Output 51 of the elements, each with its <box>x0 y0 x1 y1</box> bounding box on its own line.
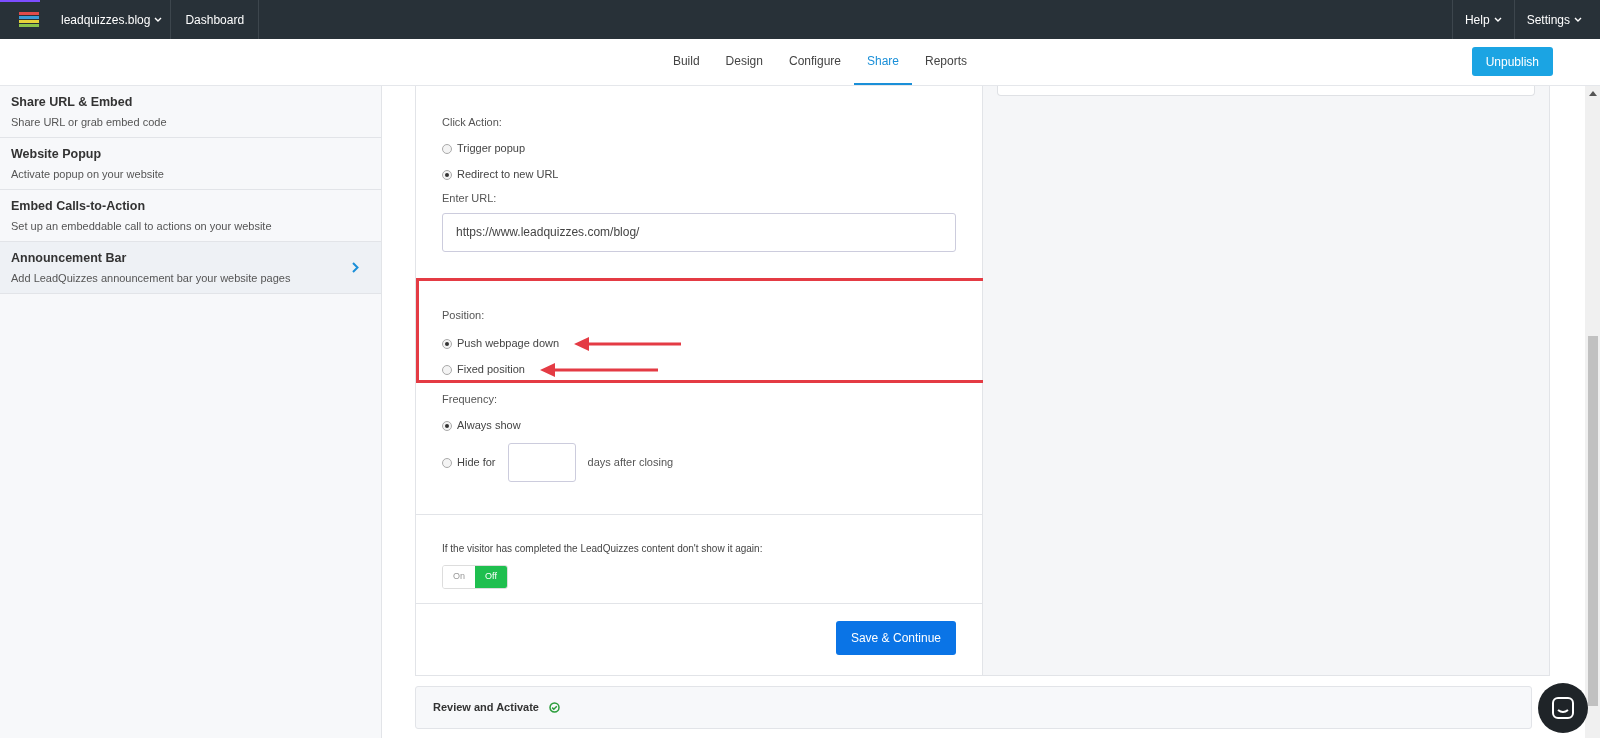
radio-label: Redirect to new URL <box>457 167 559 183</box>
sidebar-item[interactable]: Announcement Bar Add LeadQuizzes announcement bar your website pages <box>0 242 381 294</box>
radio-button[interactable] <box>442 364 452 375</box>
dashboard-link[interactable]: Dashboard <box>171 0 260 39</box>
help-dropdown[interactable]: Help <box>1451 0 1514 39</box>
radio-button[interactable] <box>442 143 452 154</box>
radio-label: Push webpage down <box>457 336 560 352</box>
field-label: Position: <box>442 307 486 323</box>
radio-label: Hide for <box>457 455 496 471</box>
setting-description: If the visitor has completed the LeadQuizzes content don't show it again: <box>442 542 764 556</box>
save-continue-button[interactable]: Save & Continue <box>835 621 956 655</box>
radio-label: Fixed position <box>457 362 525 378</box>
caret-icon <box>1574 17 1582 22</box>
sidebar-item[interactable]: Website Popup Activate popup on your website <box>0 138 381 190</box>
item-title: Share URL & Embed <box>11 93 134 111</box>
logo-icon <box>19 12 39 27</box>
review-section[interactable]: Review and Activate <box>415 686 1532 729</box>
site-dropdown[interactable]: leadquizzes.blog <box>59 0 172 39</box>
url-input-field[interactable]: https://www.leadquizzes.com/blog/ <box>442 212 956 252</box>
chat-button[interactable] <box>1538 683 1588 733</box>
radio-label: Trigger popup <box>457 141 526 157</box>
chevron-right-icon <box>352 262 359 273</box>
item-subtitle: Activate popup on your website <box>11 166 165 182</box>
nav-tab[interactable]: Build <box>659 39 713 85</box>
nav-tab[interactable]: Configure <box>775 39 854 85</box>
item-title: Announcement Bar <box>11 249 128 267</box>
sidebar-item[interactable]: Share URL & Embed Share URL or grab embed code <box>0 86 381 138</box>
item-title: Embed Calls-to-Action <box>11 197 147 215</box>
nav-tab[interactable]: Design <box>712 39 776 85</box>
radio-button[interactable] <box>442 169 452 180</box>
radio-button[interactable] <box>442 457 452 468</box>
caret-icon <box>154 17 163 22</box>
field-label: Enter URL: <box>442 191 498 206</box>
item-subtitle: Add LeadQuizzes announcement bar your website pages <box>11 270 292 286</box>
radio-button[interactable] <box>442 420 452 431</box>
radio-label: Always show <box>457 418 521 434</box>
scroll-up-icon <box>1588 91 1597 96</box>
nav-tab[interactable]: Reports <box>912 39 981 85</box>
brand-accent <box>0 0 40 2</box>
section-title: Review and Activate <box>433 700 539 716</box>
field-label: Click Action: <box>442 115 503 130</box>
field-label: Frequency: <box>442 391 499 407</box>
radio-button[interactable] <box>442 338 452 349</box>
days-input-field[interactable] <box>507 443 576 482</box>
days-suffix-text: days after closing <box>587 455 674 471</box>
settings-dropdown[interactable]: Settings <box>1513 0 1600 39</box>
chat-icon <box>1552 697 1574 719</box>
item-subtitle: Share URL or grab embed code <box>11 114 168 130</box>
item-subtitle: Set up an embeddable call to actions on your website <box>11 218 273 234</box>
item-title: Website Popup <box>11 145 103 163</box>
caret-icon <box>1493 17 1502 22</box>
